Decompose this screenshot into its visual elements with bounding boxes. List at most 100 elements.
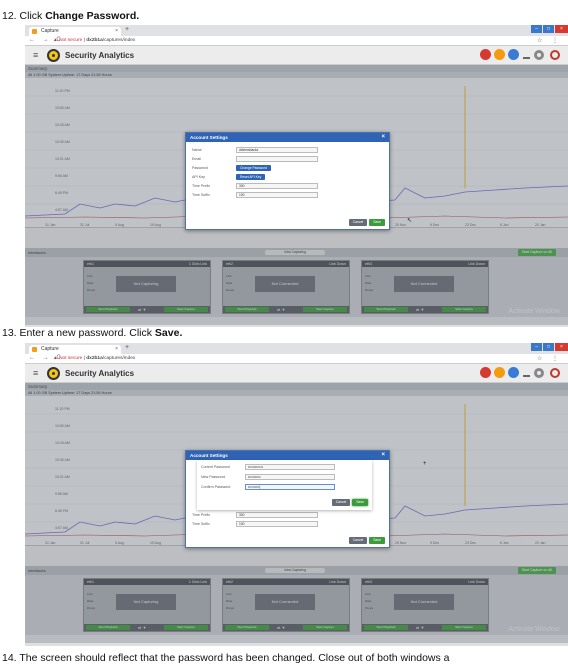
interface-card-eth3: eth3 Link Down Link Rate Drops Not Connecte…: [361, 260, 489, 314]
password-save-button[interactable]: Save: [352, 499, 368, 506]
interface-card-eth2: eth2 Link Down Link Rate Drops Not Connecte…: [222, 260, 350, 314]
start-capture-button[interactable]: Start Capture: [442, 625, 486, 630]
user-icon[interactable]: [550, 49, 560, 60]
timeline-overview[interactable]: [25, 546, 568, 566]
maximize-icon[interactable]: □: [543, 343, 554, 351]
dialog-close-icon[interactable]: ×: [381, 133, 385, 142]
capture-status: Not Connected: [255, 594, 315, 610]
time-prefix-field[interactable]: 300: [236, 183, 318, 189]
address-bar-row: ← → C ▲ Not secure | dx2b1a/captures/ind…: [25, 36, 568, 46]
email-field[interactable]: [236, 156, 318, 162]
summary-header: Summary: [25, 65, 568, 72]
interfaces-header: Interfaces Intra Capturing Start Capture…: [25, 566, 568, 575]
time-tick-label: 11:20 PM: [55, 407, 70, 411]
info-status-icon[interactable]: [508, 49, 519, 60]
start-playback-button[interactable]: Start Playback: [86, 307, 130, 312]
time-suffix-field[interactable]: 100: [236, 521, 318, 527]
change-password-button[interactable]: Change Password: [236, 165, 271, 171]
date-tick-label: 9 Dec: [430, 223, 439, 227]
app-logo: [47, 367, 60, 380]
save-button[interactable]: Save: [369, 219, 385, 226]
current-password-field[interactable]: •••••••••••••: [245, 464, 335, 470]
start-capture-all-button[interactable]: Start Capture on All: [517, 249, 556, 256]
maximize-icon[interactable]: □: [543, 25, 554, 33]
time-suffix-field[interactable]: 100: [236, 192, 318, 198]
tab-close-icon[interactable]: ×: [115, 27, 118, 36]
favicon-icon: [32, 347, 37, 352]
dash-icon: [523, 56, 530, 59]
start-playback-button[interactable]: Start Playback: [225, 307, 269, 312]
menu-icon[interactable]: ≡: [33, 368, 38, 378]
gear-icon[interactable]: [534, 367, 544, 378]
time-tick-label: 10:30 AM: [55, 140, 70, 144]
start-capture-all-button[interactable]: Start Capture on All: [517, 567, 556, 574]
time-tick-label: 9:56 AM: [55, 492, 68, 496]
settings-filter-icons[interactable]: ⇄ ▼: [138, 306, 146, 313]
start-playback-button[interactable]: Start Playback: [364, 307, 408, 312]
alert-status-icon[interactable]: [480, 49, 491, 60]
name-field[interactable]: dxtemsbackz: [236, 147, 318, 153]
time-tick-label: 10:50 AM: [55, 106, 70, 110]
date-tick-label: 25 Nov: [395, 223, 406, 227]
capture-status: Not Capturing: [116, 276, 176, 292]
alert-status-icon[interactable]: [480, 367, 491, 378]
time-tick-label: 10:50 AM: [55, 424, 70, 428]
time-tick-label: 10:21 AM: [55, 157, 70, 161]
address-bar[interactable]: ▲ Not secure | dx2b1a/captures/index: [53, 355, 135, 363]
date-tick-label: 6 Jan: [500, 541, 509, 545]
confirm-password-field[interactable]: ••••••••••|: [245, 484, 335, 490]
start-capture-button[interactable]: Start Capture: [442, 307, 486, 312]
bookmark-menu-icons[interactable]: ☆ ⋮: [537, 355, 562, 362]
interface-card-eth1: eth1 1 Gb/s Link Link Rate Drops Not Captur…: [83, 578, 211, 632]
start-playback-button[interactable]: Start Playback: [225, 625, 269, 630]
settings-filter-icons[interactable]: ⇄ ▼: [416, 306, 424, 313]
new-tab-icon[interactable]: +: [125, 344, 129, 351]
warning-status-icon[interactable]: [494, 49, 505, 60]
bookmark-menu-icons[interactable]: ☆ ⋮: [537, 37, 562, 44]
cancel-button[interactable]: Cancel: [348, 537, 368, 544]
start-playback-button[interactable]: Start Playback: [86, 625, 130, 630]
interfaces-header: Interfaces Intra Capturing Start Capture…: [25, 248, 568, 257]
date-tick-label: 20 Jan: [535, 541, 546, 545]
tab-close-icon[interactable]: ×: [115, 345, 118, 354]
time-prefix-field[interactable]: 300: [236, 512, 318, 518]
new-password-field[interactable]: •••••••••••: [245, 474, 335, 480]
reset-api-key-button[interactable]: Reset API Key: [236, 174, 266, 180]
window-close-icon[interactable]: ×: [555, 343, 568, 351]
settings-filter-icons[interactable]: ⇄ ▼: [416, 624, 424, 631]
time-tick-label: 6:45 PM: [55, 191, 68, 195]
address-bar[interactable]: ▲ Not secure | dx2b1a/captures/index: [53, 37, 135, 45]
user-icon[interactable]: [550, 367, 560, 378]
browser-tab[interactable]: Capture ×: [29, 345, 121, 354]
warning-status-icon[interactable]: [494, 367, 505, 378]
settings-filter-icons[interactable]: ⇄ ▼: [277, 306, 285, 313]
dialog-close-icon[interactable]: ×: [381, 451, 385, 460]
step-14-instruction: 14. The screen should reflect that the p…: [2, 652, 450, 664]
capture-status: Not Connected: [255, 276, 315, 292]
start-capture-button[interactable]: Start Capture: [303, 307, 347, 312]
minimize-icon[interactable]: –: [531, 25, 542, 33]
browser-tab[interactable]: Capture ×: [29, 27, 121, 36]
gear-icon[interactable]: [534, 49, 544, 60]
capture-status-label: Intra Capturing: [265, 568, 325, 573]
settings-filter-icons[interactable]: ⇄ ▼: [277, 624, 285, 631]
start-playback-button[interactable]: Start Playback: [364, 625, 408, 630]
cancel-button[interactable]: Cancel: [348, 219, 368, 226]
settings-filter-icons[interactable]: ⇄ ▼: [138, 624, 146, 631]
timeline-overview[interactable]: [25, 228, 568, 248]
time-tick-label: 6:45 PM: [55, 509, 68, 513]
date-tick-label: 31 Jan: [45, 223, 56, 227]
start-capture-button[interactable]: Start Capture: [164, 307, 208, 312]
menu-icon[interactable]: ≡: [33, 50, 38, 60]
date-tick-label: 31 Jul: [80, 223, 90, 227]
password-cancel-button[interactable]: Cancel: [331, 499, 351, 506]
info-status-icon[interactable]: [508, 367, 519, 378]
save-button[interactable]: Save: [369, 537, 385, 544]
start-capture-button[interactable]: Start Capture: [303, 625, 347, 630]
not-secure-icon: ▲: [53, 38, 58, 43]
minimize-icon[interactable]: –: [531, 343, 542, 351]
mouse-cursor-icon: ↖: [407, 218, 413, 224]
new-tab-icon[interactable]: +: [125, 26, 129, 33]
window-close-icon[interactable]: ×: [555, 25, 568, 33]
start-capture-button[interactable]: Start Capture: [164, 625, 208, 630]
